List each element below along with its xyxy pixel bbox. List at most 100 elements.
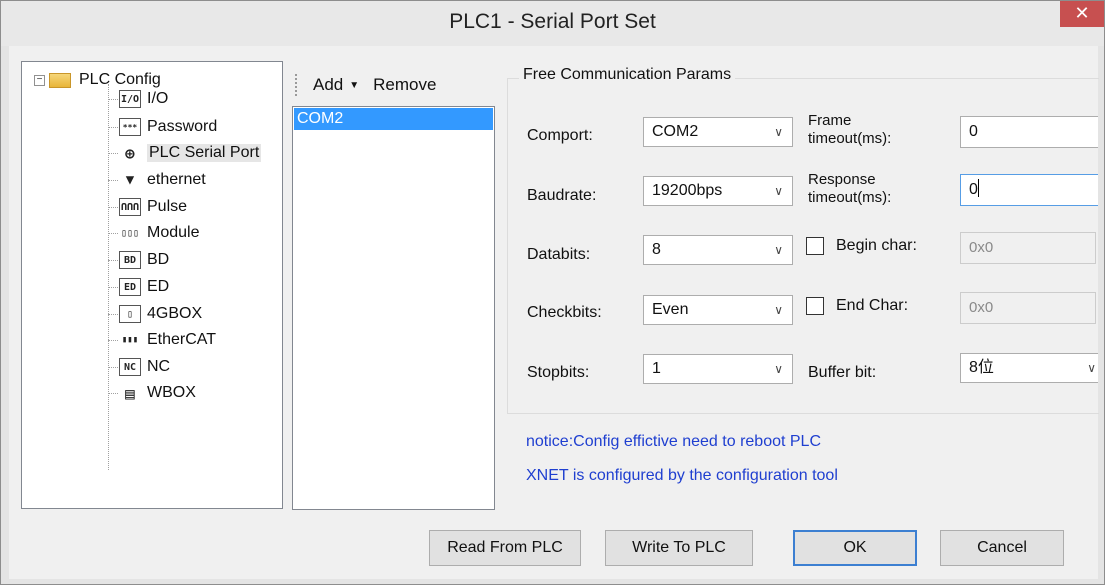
remove-button[interactable]: Remove <box>373 75 436 95</box>
checkbits-label: Checkbits: <box>527 304 602 321</box>
tree-branch-line <box>108 232 118 234</box>
close-button[interactable]: ✕ <box>1060 1 1104 27</box>
tree-item-wbox[interactable]: ▤ WBOX <box>108 381 196 405</box>
tree-item-label: NC <box>147 358 171 375</box>
bd-icon: BD <box>119 251 141 269</box>
chevron-down-icon: ∨ <box>774 243 783 257</box>
tree-item-label: PLC Serial Port <box>147 144 262 162</box>
title-bar[interactable]: PLC1 - Serial Port Set ✕ <box>1 1 1104 46</box>
tree-branch-line <box>108 313 118 315</box>
response-timeout-label-line2: timeout(ms): <box>808 189 892 206</box>
tree-branch-line <box>108 286 118 288</box>
tree-item-password[interactable]: *** Password <box>108 115 217 139</box>
chevron-down-icon: ∨ <box>774 125 783 139</box>
chevron-down-icon: ∨ <box>774 303 783 317</box>
tree-branch-line <box>108 259 118 261</box>
config-tree[interactable]: − PLC Config I/O I/O *** Password ⊕ PLC … <box>21 61 283 509</box>
tree-item-module[interactable]: ▯▯▯ Module <box>108 221 199 245</box>
databits-value: 8 <box>652 241 661 258</box>
group-title: Free Communication Params <box>519 66 736 84</box>
text-caret <box>977 179 979 197</box>
baudrate-select[interactable]: 19200bps ∨ <box>643 176 793 206</box>
checkbits-select[interactable]: Even ∨ <box>643 295 793 325</box>
begin-char-checkbox[interactable] <box>806 237 824 255</box>
nc-icon: NC <box>119 358 141 376</box>
databits-select[interactable]: 8 ∨ <box>643 235 793 265</box>
wbox-icon: ▤ <box>125 383 135 403</box>
stopbits-label: Stopbits: <box>527 364 590 381</box>
cancel-button[interactable]: Cancel <box>940 530 1064 566</box>
checkbits-value: Even <box>652 301 689 318</box>
serial-port-icon: ⊕ <box>125 143 135 163</box>
tree-branch-line <box>108 206 118 208</box>
begin-char-label: Begin char: <box>836 237 917 254</box>
toolbar-grip[interactable] <box>295 74 299 96</box>
chevron-down-icon: ∨ <box>774 184 783 198</box>
buffer-bit-select[interactable]: 8位 ∨ <box>960 353 1098 383</box>
frame-timeout-label-line1: Frame <box>808 112 852 129</box>
dropdown-caret-icon: ▼ <box>349 80 360 91</box>
end-char-label: End Char: <box>836 297 909 314</box>
tree-item-ed[interactable]: ED ED <box>108 275 169 299</box>
tree-item-label: Module <box>147 224 200 241</box>
databits-label: Databits: <box>527 246 591 263</box>
tree-item-nc[interactable]: NC NC <box>108 355 170 379</box>
response-timeout-label: Response timeout(ms): <box>808 171 891 207</box>
add-button[interactable]: Add ▼ <box>313 75 359 95</box>
ethercat-icon: ▮▮▮ <box>121 335 139 345</box>
pulse-icon: ՈՈՈ <box>119 198 141 216</box>
dialog-client-area: − PLC Config I/O I/O *** Password ⊕ PLC … <box>9 46 1099 579</box>
buffer-bit-label: Buffer bit: <box>808 364 877 381</box>
buffer-bit-value: 8位 <box>969 359 994 376</box>
response-timeout-input[interactable]: 0 <box>960 174 1098 206</box>
tree-item-ethernet[interactable]: ▼ ethernet <box>108 168 206 192</box>
tree-item-label: Password <box>147 118 218 135</box>
tree-branch-line <box>108 126 118 128</box>
response-timeout-value: 0 <box>969 181 978 198</box>
end-char-input: 0x0 <box>960 292 1096 324</box>
port-list-toolbar: Add ▼ Remove <box>291 66 495 104</box>
tree-branch-line <box>108 152 118 154</box>
reboot-notice: notice:Config effictive need to reboot P… <box>526 433 821 450</box>
stopbits-select[interactable]: 1 ∨ <box>643 354 793 384</box>
tree-item-label: ED <box>147 278 170 295</box>
xnet-notice: XNET is configured by the configuration … <box>526 467 838 484</box>
tree-item-label: I/O <box>147 90 169 107</box>
tree-item-pulse[interactable]: ՈՈՈ Pulse <box>108 195 187 219</box>
tree-item-ethercat[interactable]: ▮▮▮ EtherCAT <box>108 328 216 352</box>
collapse-icon[interactable]: − <box>34 74 45 86</box>
comport-select[interactable]: COM2 ∨ <box>643 117 793 147</box>
baudrate-value: 19200bps <box>652 182 723 199</box>
response-timeout-label-line1: Response <box>808 171 876 188</box>
ok-button[interactable]: OK <box>793 530 917 566</box>
write-to-plc-button[interactable]: Write To PLC <box>605 530 753 566</box>
tree-item-label: Pulse <box>147 198 188 215</box>
tree-item-label: 4GBOX <box>147 305 203 322</box>
ethernet-icon: ▼ <box>125 172 135 188</box>
folder-icon <box>49 72 71 88</box>
tree-branch-line <box>108 366 118 368</box>
port-list[interactable]: COM2 <box>292 106 495 510</box>
window-title: PLC1 - Serial Port Set <box>449 10 656 33</box>
end-char-checkbox[interactable] <box>806 297 824 315</box>
list-item-com2[interactable]: COM2 <box>294 108 493 130</box>
comport-label: Comport: <box>527 127 593 144</box>
tree-branch-line <box>108 179 118 181</box>
begin-char-input: 0x0 <box>960 232 1096 264</box>
tree-item-label: BD <box>147 251 170 268</box>
chevron-down-icon: ∨ <box>774 362 783 376</box>
ed-icon: ED <box>119 278 141 296</box>
baudrate-label: Baudrate: <box>527 187 597 204</box>
read-from-plc-button[interactable]: Read From PLC <box>429 530 581 566</box>
tree-item-4gbox[interactable]: ▯ 4GBOX <box>108 302 202 326</box>
tree-item-label: WBOX <box>147 384 196 401</box>
tree-item-label: EtherCAT <box>147 331 217 348</box>
frame-timeout-label: Frame timeout(ms): <box>808 112 891 148</box>
4gbox-icon: ▯ <box>119 305 141 323</box>
tree-item-plc-serial-port[interactable]: ⊕ PLC Serial Port <box>108 141 262 165</box>
io-icon: I/O <box>119 90 141 108</box>
tree-item-io[interactable]: I/O I/O <box>108 87 168 111</box>
frame-timeout-input[interactable]: 0 <box>960 116 1098 148</box>
tree-branch-line <box>108 339 118 341</box>
tree-item-bd[interactable]: BD BD <box>108 248 169 272</box>
